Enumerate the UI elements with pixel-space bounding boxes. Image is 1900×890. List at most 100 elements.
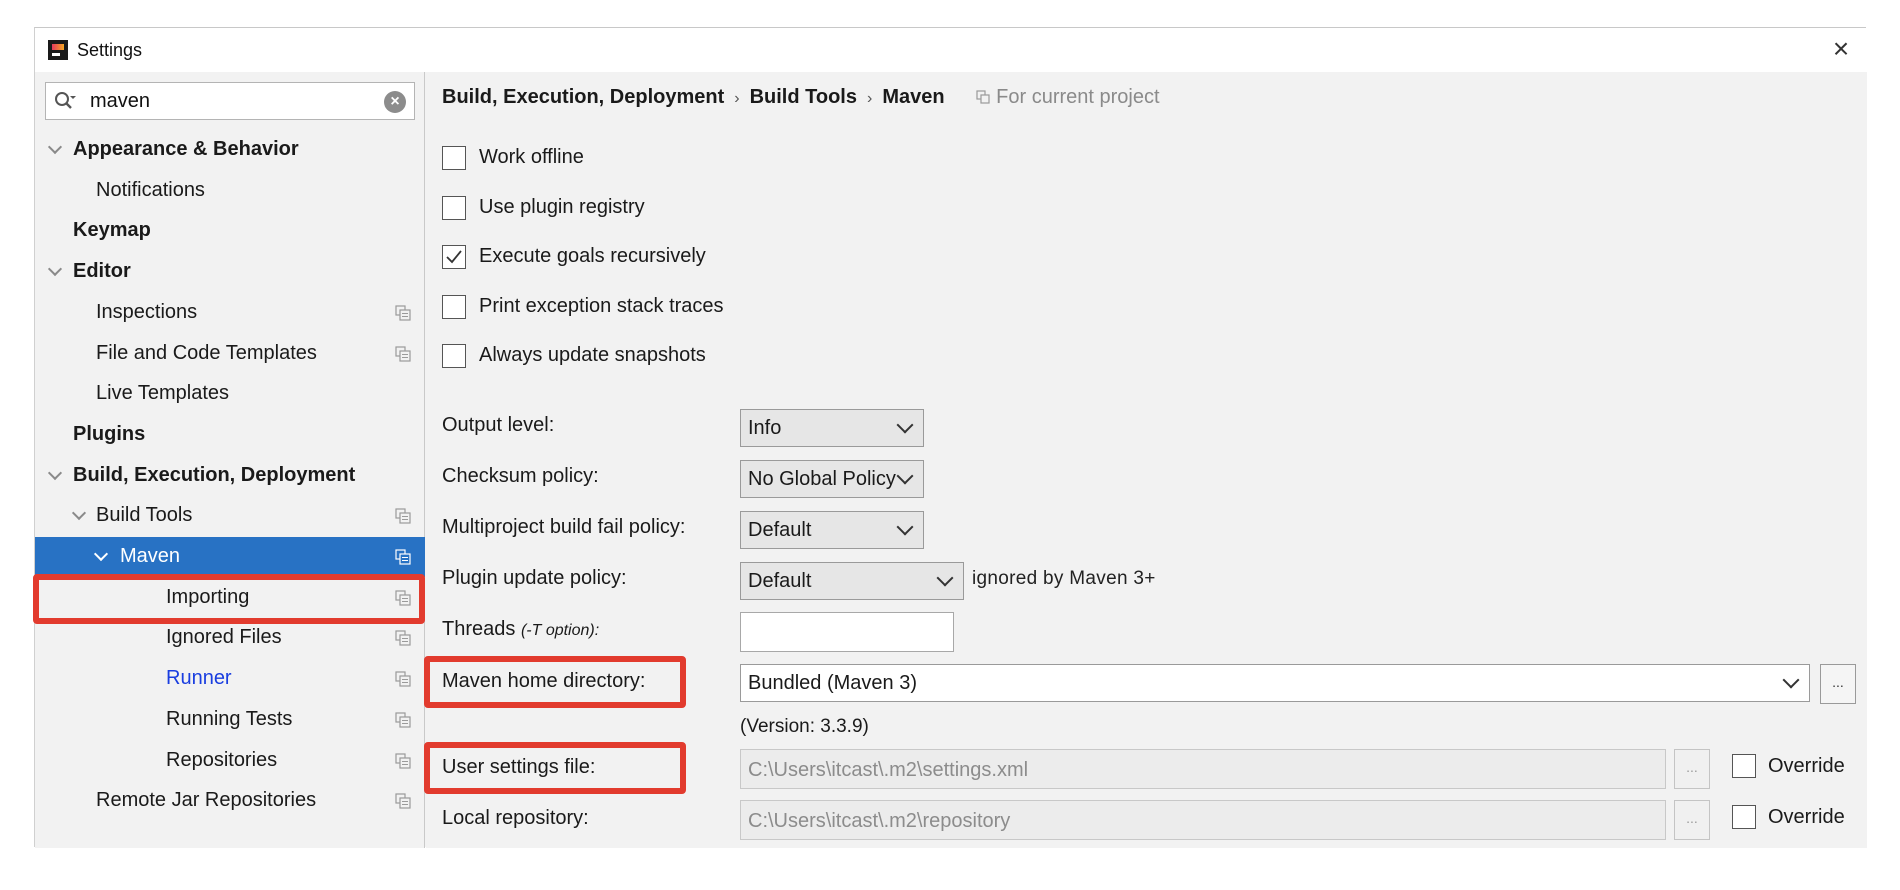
tree-item-label: Runner xyxy=(166,667,232,690)
search-input[interactable] xyxy=(90,87,370,115)
checkmark-icon xyxy=(446,250,462,264)
multiproject-fail-value: Default xyxy=(748,519,812,541)
project-scope-icon xyxy=(395,671,411,687)
plugin-update-select[interactable]: Default xyxy=(740,562,964,600)
tree-item-label: Inspections xyxy=(96,300,198,323)
checksum-policy-select[interactable]: No Global Policy xyxy=(740,460,924,498)
chevron-down-icon[interactable] xyxy=(91,547,111,567)
chevron-down-icon xyxy=(895,418,915,438)
breadcrumb-separator: › xyxy=(867,90,873,107)
local-repo-override-label: Override xyxy=(1768,806,1845,828)
chevron-down-icon[interactable] xyxy=(45,140,65,160)
tree-item[interactable]: Running Tests xyxy=(35,700,425,740)
output-level-select[interactable]: Info xyxy=(740,409,924,447)
tree-item-label: Remote Jar Repositories xyxy=(96,789,317,812)
tree-item[interactable]: Appearance & Behavior xyxy=(35,130,425,170)
tree-item-label: Running Tests xyxy=(166,707,293,730)
checksum-policy-value: No Global Policy xyxy=(748,468,896,490)
user-settings-value: C:\Users\itcast\.m2\settings.xml xyxy=(748,759,1029,781)
tree-item[interactable]: Ignored Files xyxy=(35,618,425,658)
plugin-update-hint: ignored by Maven 3+ xyxy=(972,568,1156,589)
multiproject-fail-select[interactable]: Default xyxy=(740,511,924,549)
breadcrumb-item: Build, Execution, Deployment xyxy=(442,86,725,108)
option-label: Execute goals recursively xyxy=(479,245,706,267)
breadcrumb: Build, Execution, Deployment › Build Tools… xyxy=(442,86,1160,109)
output-level-value: Info xyxy=(748,417,782,439)
chevron-down-icon[interactable] xyxy=(69,506,89,526)
tree-item-label: Build Tools xyxy=(96,504,193,527)
chevron-down-icon xyxy=(895,520,915,540)
tree-item[interactable]: Live Templates xyxy=(35,374,425,414)
tree-item-label: Live Templates xyxy=(96,382,230,405)
threads-label-suffix: (-T option): xyxy=(520,622,600,639)
threads-input[interactable] xyxy=(740,612,954,652)
search-box[interactable]: × xyxy=(45,82,415,120)
user-settings-override-checkbox[interactable] xyxy=(1732,754,1756,778)
threads-label-text: Threads xyxy=(442,618,516,640)
intellij-logo-icon xyxy=(48,40,68,60)
multiproject-fail-label: Multiproject build fail policy: xyxy=(442,516,686,538)
local-repo-value: C:\Users\itcast\.m2\repository xyxy=(748,810,1011,832)
user-settings-highlight-box xyxy=(424,742,686,794)
option-label: Use plugin registry xyxy=(479,195,645,218)
maven-version-text: (Version: 3.3.9) xyxy=(740,716,869,737)
settings-sidebar: × Appearance & Behavior Notifications Keym… xyxy=(33,72,425,848)
local-repo-label: Local repository: xyxy=(442,807,589,829)
tree-item[interactable]: Maven xyxy=(35,537,425,577)
chevron-down-icon xyxy=(895,469,915,489)
output-level-label: Output level: xyxy=(442,414,555,436)
maven-home-highlight-box xyxy=(424,656,686,708)
option-checkbox[interactable] xyxy=(442,294,466,319)
tree-item[interactable]: Plugins xyxy=(35,415,425,455)
option-checkbox[interactable] xyxy=(442,146,466,170)
search-icon xyxy=(55,92,76,109)
tree-item[interactable]: Runner xyxy=(35,659,425,699)
tree-item[interactable]: File and Code Templates xyxy=(35,334,425,374)
chevron-down-icon[interactable] xyxy=(45,466,65,486)
close-icon[interactable]: × xyxy=(1826,34,1856,64)
maven-home-value: Bundled (Maven 3) xyxy=(748,672,917,694)
breadcrumb-separator: › xyxy=(734,90,740,107)
maven-highlight-box xyxy=(33,574,425,624)
tree-item-label: Appearance & Behavior xyxy=(73,138,299,160)
tree-item[interactable]: Build, Execution, Deployment xyxy=(35,456,425,496)
maven-home-browse-button[interactable]: ... xyxy=(1820,664,1856,704)
breadcrumb-item: Build Tools xyxy=(749,86,857,108)
maven-home-select[interactable]: Bundled (Maven 3) xyxy=(740,664,1810,702)
tree-item[interactable]: Remote Jar Repositories xyxy=(35,781,425,821)
tree-item-label: Build, Execution, Deployment xyxy=(73,463,356,486)
chevron-down-icon xyxy=(935,571,955,591)
window-title: Settings xyxy=(77,40,143,60)
local-repo-browse-button[interactable]: ... xyxy=(1674,800,1710,840)
checksum-policy-label: Checksum policy: xyxy=(442,465,599,487)
local-repo-input[interactable]: C:\Users\itcast\.m2\repository xyxy=(740,800,1666,840)
project-scope-icon xyxy=(395,508,411,524)
user-settings-input[interactable]: C:\Users\itcast\.m2\settings.xml xyxy=(740,749,1666,789)
chevron-down-icon[interactable] xyxy=(45,262,65,282)
option-checkbox[interactable] xyxy=(442,195,466,220)
option-label: Work offline xyxy=(479,146,584,168)
maven-settings-panel: Build, Execution, Deployment › Build Tools… xyxy=(424,72,1867,848)
user-settings-browse-button[interactable]: ... xyxy=(1674,749,1710,789)
tree-item-label: File and Code Templates xyxy=(96,341,317,364)
tree-item[interactable]: Repositories xyxy=(35,741,425,781)
tree-item-label: Plugins xyxy=(73,422,146,445)
scope-label: For current project xyxy=(996,86,1160,108)
chevron-down-icon xyxy=(1781,673,1801,693)
option-label: Always update snapshots xyxy=(479,344,706,366)
tree-item[interactable]: Inspections xyxy=(35,293,425,333)
breadcrumb-item: Maven xyxy=(882,86,945,108)
tree-item[interactable]: Build Tools xyxy=(35,496,425,536)
project-scope-icon xyxy=(395,630,411,646)
local-repo-override-checkbox[interactable] xyxy=(1732,805,1756,829)
tree-item[interactable]: Editor xyxy=(35,252,425,292)
project-scope-icon xyxy=(395,345,411,362)
plugin-update-label: Plugin update policy: xyxy=(442,567,627,589)
clear-search-icon[interactable]: × xyxy=(384,91,406,113)
project-scope-icon xyxy=(395,712,411,728)
tree-item[interactable]: Notifications xyxy=(35,171,425,211)
project-scope-icon xyxy=(395,752,411,769)
option-checkbox[interactable] xyxy=(442,344,466,368)
tree-item[interactable]: Keymap xyxy=(35,211,425,251)
option-checkbox[interactable] xyxy=(442,245,466,269)
